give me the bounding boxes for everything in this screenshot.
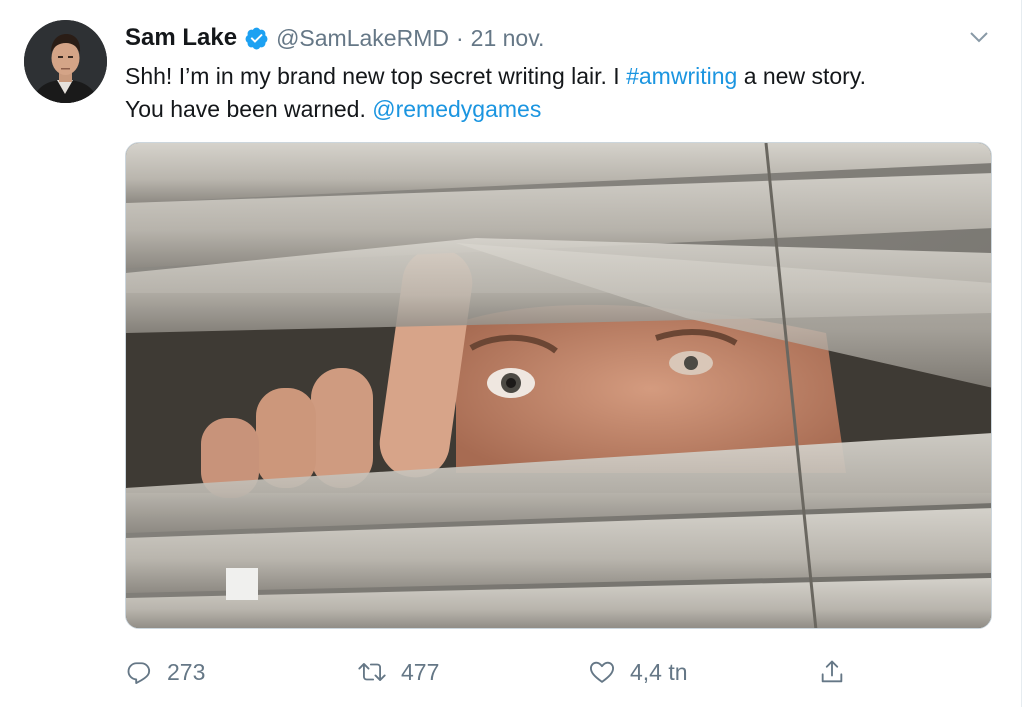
share-icon: [818, 658, 846, 686]
heart-icon: [588, 658, 616, 686]
chevron-down-icon[interactable]: [969, 30, 989, 44]
separator-dot: ·: [455, 24, 464, 51]
like-button[interactable]: 4,4 tn: [588, 652, 688, 692]
retweet-icon: [357, 658, 387, 686]
tweet-text-line-2: You have been warned. @remedygames: [125, 93, 995, 126]
retweet-count: 477: [401, 658, 440, 685]
mention-link[interactable]: @remedygames: [372, 96, 541, 122]
action-bar: 273 477 4,4 tn: [125, 652, 865, 692]
reply-button[interactable]: 273: [125, 652, 205, 692]
handle[interactable]: @SamLakeRMD: [276, 25, 449, 52]
reply-icon: [125, 658, 153, 686]
display-name[interactable]: Sam Lake: [125, 24, 237, 52]
tweet-date[interactable]: 21 nov.: [471, 25, 545, 52]
tweet-text: Shh! I’m in my brand new top secret writ…: [125, 60, 995, 126]
verified-badge-icon: [244, 26, 269, 51]
like-count: 4,4 tn: [630, 658, 688, 685]
tweet-text-segment: Shh! I’m in my brand new top secret writ…: [125, 63, 627, 89]
tweet-text-segment: You have been warned.: [125, 96, 373, 122]
reply-count: 273: [167, 658, 206, 685]
tweet-text-segment: a new story.: [737, 63, 866, 89]
share-button[interactable]: [818, 652, 846, 692]
hashtag-link[interactable]: #amwriting: [626, 63, 737, 89]
tweet-photo[interactable]: [125, 142, 992, 629]
avatar[interactable]: [24, 20, 107, 103]
retweet-button[interactable]: 477: [357, 652, 439, 692]
tweet-card[interactable]: Sam Lake @SamLakeRMD · 21 nov. Shh! I’m …: [0, 0, 1022, 707]
tweet-text-line-1: Shh! I’m in my brand new top secret writ…: [125, 60, 995, 93]
tweet-header: Sam Lake @SamLakeRMD · 21 nov.: [125, 21, 544, 55]
